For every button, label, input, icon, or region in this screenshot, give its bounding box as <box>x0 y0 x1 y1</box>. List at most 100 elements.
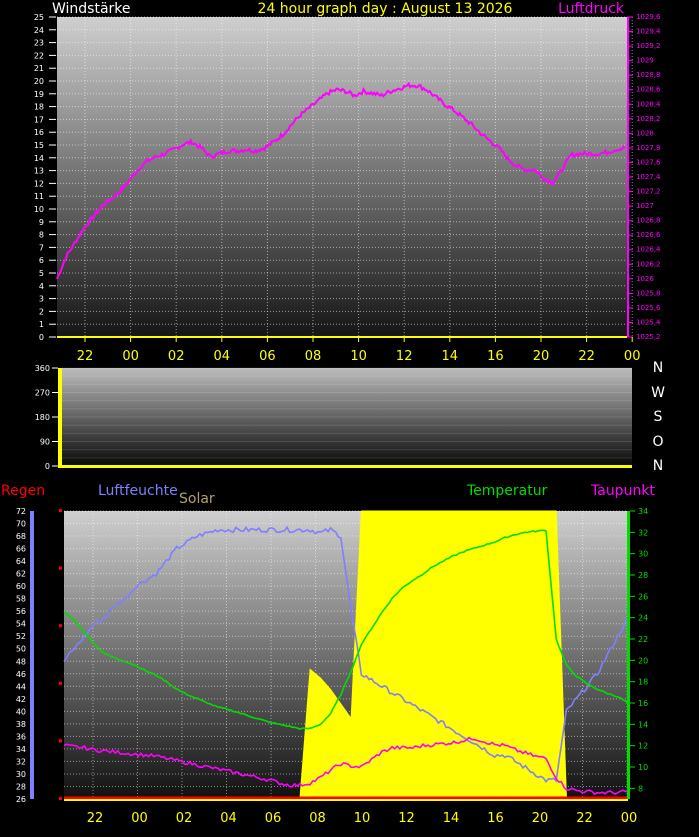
rain-tick <box>59 566 62 570</box>
bottom-x-tick-label: 22 <box>87 811 104 826</box>
bottom-x-tick-label: 12 <box>398 811 415 826</box>
top-right-tick-label: 1029 <box>636 57 654 65</box>
humidity-tick-label: 54 <box>16 620 26 629</box>
top-left-tick-label: 18 <box>34 103 44 112</box>
temp-tick-label: 34 <box>638 507 648 516</box>
humidity-tick-label: 66 <box>16 545 26 554</box>
top-right-tick-label: 1026,6 <box>636 231 661 239</box>
bottom-x-tick-label: 00 <box>131 811 148 826</box>
bottom-x-tick-label: 10 <box>354 811 371 826</box>
temp-tick-label: 24 <box>638 614 648 623</box>
top-left-axis: 0123456789101112131415161718192021222324… <box>34 13 56 342</box>
temperature-axis: 8 10 12 14 16 18 20 22 24 26 28 30 32 34 <box>630 507 648 793</box>
temp-tick-label: 22 <box>638 635 648 644</box>
top-x-tick-label: 16 <box>487 349 504 364</box>
top-chart: 0123456789101112131415161718192021222324… <box>34 1 661 364</box>
top-left-tick-label: 21 <box>34 64 44 73</box>
humidity-tick-label: 44 <box>16 682 26 691</box>
top-left-tick-label: 1 <box>39 320 44 329</box>
top-right-tick-label: 1028 <box>636 129 654 137</box>
humidity-tick-label: 38 <box>16 720 26 729</box>
top-right-tick-label: 1027,4 <box>636 173 661 181</box>
top-right-tick-label: 1027,2 <box>636 188 661 196</box>
wind-direction-left-bar <box>58 368 62 468</box>
solar-legend: Solar <box>179 491 215 507</box>
top-x-tick-label: 14 <box>442 349 459 364</box>
top-x-axis: 22 00 02 04 06 08 10 12 14 16 20 22 00 <box>57 336 640 364</box>
wind-strength-title: Windstärke <box>52 1 131 17</box>
temp-tick-label: 12 <box>638 742 648 751</box>
top-left-tick-label: 13 <box>34 167 44 176</box>
humidity-tick-label: 32 <box>16 757 26 766</box>
top-left-tick-label: 2 <box>39 307 44 316</box>
humidity-tick-label: 48 <box>16 657 26 666</box>
top-left-tick-label: 20 <box>34 77 44 86</box>
weather-graph-svg: 0123456789101112131415161718192021222324… <box>1 1 665 826</box>
temp-tick-label: 20 <box>638 656 648 665</box>
wind-direction-chart: 0 90 180 270 360 N W S O N <box>35 360 665 474</box>
top-right-tick-label: 1025,2 <box>636 333 661 341</box>
top-left-tick-label: 7 <box>39 243 44 252</box>
temperature-axis-bar <box>627 511 630 799</box>
top-x-tick-label: 06 <box>259 349 276 364</box>
top-left-tick-label: 23 <box>34 39 44 48</box>
top-right-tick-label: 1029,2 <box>636 42 661 50</box>
top-right-tick-label: 1025,4 <box>636 318 661 326</box>
dir-tick-label: 90 <box>40 438 50 447</box>
top-left-tick-label: 4 <box>39 282 44 291</box>
top-left-tick-label: 10 <box>34 205 44 214</box>
bottom-x-axis: 22 00 02 04 06 08 10 12 14 16 20 22 00 <box>64 799 637 826</box>
top-right-tick-label: 1025,6 <box>636 304 661 312</box>
top-right-tick-label: 1027,6 <box>636 158 661 166</box>
dir-tick-label: 180 <box>35 413 50 422</box>
top-x-tick-label: 08 <box>305 349 322 364</box>
humidity-tick-label: 34 <box>16 745 26 754</box>
rain-tick <box>59 509 62 512</box>
temp-tick-label: 26 <box>638 592 648 601</box>
humidity-tick-label: 60 <box>16 582 26 591</box>
rain-tick <box>59 739 62 743</box>
top-x-tick-label: 20 <box>533 349 550 364</box>
humidity-legend: Luftfeuchte <box>98 483 178 499</box>
humidity-tick-label: 36 <box>16 732 26 741</box>
wind-direction-baseline <box>62 465 632 468</box>
top-x-tick-label: 22 <box>578 349 595 364</box>
humidity-tick-label: 52 <box>16 632 26 641</box>
temp-tick-label: 32 <box>638 528 648 537</box>
top-left-tick-label: 9 <box>39 218 44 227</box>
humidity-tick-label: 30 <box>16 770 26 779</box>
top-right-tick-label: 1026,8 <box>636 217 661 225</box>
top-right-tick-label: 1029,4 <box>636 28 661 36</box>
humidity-tick-label: 62 <box>16 570 26 579</box>
humidity-tick-label: 46 <box>16 670 26 679</box>
rain-axis <box>59 509 62 800</box>
bottom-x-tick-label: 14 <box>443 811 460 826</box>
temp-tick-label: 28 <box>638 571 648 580</box>
dir-letter-s: S <box>654 409 663 425</box>
pressure-title: Luftdruck <box>558 1 625 17</box>
dewpoint-legend: Taupunkt <box>590 483 655 499</box>
top-right-tick-label: 1026,2 <box>636 260 661 268</box>
top-right-tick-label: 1028,2 <box>636 115 661 123</box>
bottom-x-tick-label: 08 <box>309 811 326 826</box>
top-left-tick-label: 5 <box>39 269 44 278</box>
humidity-tick-label: 68 <box>16 532 26 541</box>
humidity-tick-label: 42 <box>16 695 26 704</box>
top-left-tick-label: 24 <box>34 26 44 35</box>
top-right-tick-label: 1026 <box>636 275 654 283</box>
humidity-axis-bar <box>30 511 34 799</box>
top-left-tick-label: 8 <box>39 231 44 240</box>
top-left-tick-label: 22 <box>34 51 44 60</box>
humidity-tick-label: 58 <box>16 595 26 604</box>
top-left-tick-label: 15 <box>34 141 44 150</box>
top-x-tick-label: 10 <box>350 349 367 364</box>
humidity-tick-label: 40 <box>16 707 26 716</box>
top-left-tick-label: 17 <box>34 115 44 124</box>
top-right-tick-label: 1025,8 <box>636 289 661 297</box>
top-x-tick-label: 12 <box>396 349 413 364</box>
temperature-legend: Temperatur <box>466 483 548 499</box>
dir-letter-o: O <box>652 434 663 450</box>
temp-tick-label: 10 <box>638 763 648 772</box>
humidity-tick-label: 72 <box>16 507 26 516</box>
dir-tick-label: 360 <box>35 364 50 373</box>
